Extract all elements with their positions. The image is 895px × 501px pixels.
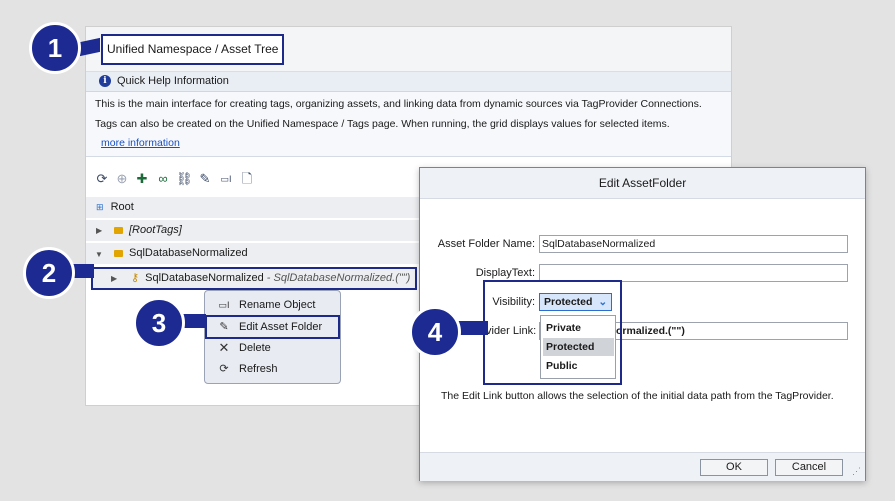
dialog-title: Edit AssetFolder — [420, 168, 865, 199]
context-menu: ▭I Rename Object ✎ Edit Asset Folder ✕ D… — [204, 290, 341, 384]
tree-label-child-path: - SqlDatabaseNormalized.("") — [263, 272, 411, 284]
badge-2-pointer — [72, 264, 94, 278]
quick-help-header[interactable]: i Quick Help Information — [86, 72, 731, 92]
info-icon: i — [99, 75, 111, 87]
pencil-icon: ✎ — [219, 321, 229, 333]
quick-help-title: Quick Help Information — [117, 75, 229, 87]
menu-label: Refresh — [239, 363, 278, 375]
chevron-right-icon[interactable]: ▶ — [96, 220, 102, 241]
badge-1: 1 — [29, 22, 81, 74]
asset-folder-name-label: Asset Folder Name: — [437, 238, 535, 250]
menu-item-delete[interactable]: ✕ Delete — [207, 338, 338, 358]
visibility-highlight — [483, 280, 622, 385]
add-link-icon[interactable]: ∞ — [155, 171, 171, 187]
badge-3: 3 — [133, 297, 185, 349]
tree-label-root: Root — [110, 201, 134, 213]
link-icon: ⚷ — [131, 272, 140, 284]
rename-icon[interactable]: ▭I — [218, 171, 234, 187]
root-icon: ⊞ — [96, 202, 104, 212]
menu-label: Rename Object — [239, 299, 316, 311]
quick-help-line-2: Tags can also be created on the Unified … — [95, 118, 670, 130]
menu-item-refresh[interactable]: ⟳ Refresh — [207, 359, 338, 379]
tree-row-selected[interactable]: ▶ ⚷ SqlDatabaseNormalized - SqlDatabaseN… — [91, 267, 417, 290]
badge-2: 2 — [23, 247, 75, 299]
more-information-link[interactable]: more information — [101, 137, 180, 149]
menu-label: Edit Asset Folder — [239, 321, 323, 333]
menu-label: Delete — [239, 342, 271, 354]
dialog-note: The Edit Link button allows the selectio… — [441, 390, 834, 402]
resize-grip-icon[interactable]: ⋰ — [852, 466, 861, 477]
asset-folder-name-input[interactable]: SqlDatabaseNormalized — [539, 235, 848, 253]
menu-item-rename-object[interactable]: ▭I Rename Object — [207, 295, 338, 315]
display-text-label: DisplayText: — [475, 267, 535, 279]
refresh-icon[interactable]: ⟳ — [94, 171, 110, 187]
page-title: Unified Namespace / Asset Tree — [101, 34, 285, 65]
add-tag-icon[interactable]: ✚ — [134, 171, 150, 187]
chevron-down-icon[interactable]: ▼ — [95, 244, 103, 265]
folder-icon — [114, 249, 123, 257]
dialog-footer: OK Cancel ⋰ — [420, 452, 865, 481]
edit-icon[interactable]: ✎ — [197, 171, 213, 187]
provider-link-value: ormalized.("") — [616, 325, 685, 337]
tree-label-roottags: [RootTags] — [129, 224, 182, 236]
refresh-icon: ⟳ — [219, 363, 229, 375]
chevron-right-icon[interactable]: ▶ — [111, 269, 117, 288]
folder-icon — [114, 226, 123, 234]
tree-label-child: SqlDatabaseNormalized — [145, 272, 264, 284]
rename-icon: ▭I — [218, 300, 230, 310]
menu-item-edit-asset-folder[interactable]: ✎ Edit Asset Folder — [205, 315, 340, 339]
badge-4-pointer — [458, 321, 488, 335]
cancel-button[interactable]: Cancel — [775, 459, 843, 476]
edit-link-icon[interactable]: ⛓ — [176, 171, 193, 187]
close-icon: ✕ — [218, 340, 230, 355]
tree-row-folder[interactable]: ▼ SqlDatabaseNormalized — [86, 243, 426, 265]
tree-row-roottags[interactable]: ▶ [RootTags] — [86, 220, 426, 242]
title-bar: Unified Namespace / Asset Tree — [86, 27, 731, 72]
add-folder-icon[interactable]: ⊕ — [114, 171, 130, 187]
new-document-icon[interactable]: 🗋 — [239, 171, 255, 187]
ok-button[interactable]: OK — [700, 459, 768, 476]
tree-label-folder: SqlDatabaseNormalized — [129, 247, 248, 259]
quick-help-line-1: This is the main interface for creating … — [95, 98, 702, 110]
tree-row-root[interactable]: ⊞ Root — [86, 197, 426, 219]
quick-help-body: This is the main interface for creating … — [86, 92, 731, 157]
badge-4: 4 — [409, 306, 461, 358]
